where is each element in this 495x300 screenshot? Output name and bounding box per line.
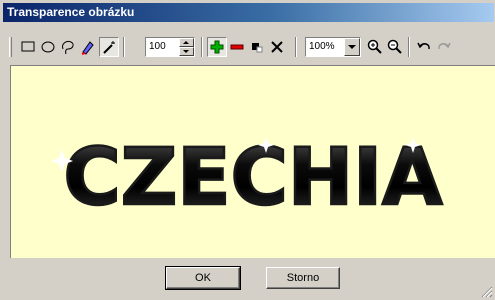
cancel-button[interactable]: Storno bbox=[266, 267, 340, 289]
spin-up-button[interactable] bbox=[179, 38, 194, 47]
toolbar-separator bbox=[123, 37, 125, 57]
add-selection-icon[interactable] bbox=[207, 37, 227, 57]
window-title: Transparence obrázku bbox=[7, 5, 135, 19]
dialog-window: Transparence obrázku 100 100% CZECHIA OK… bbox=[0, 0, 495, 300]
undo-icon[interactable] bbox=[414, 37, 434, 57]
spin-down-button[interactable] bbox=[179, 47, 194, 56]
pen-tool-icon[interactable] bbox=[78, 37, 98, 57]
zoom-select[interactable]: 100% bbox=[305, 37, 361, 57]
toolbar-separator bbox=[201, 37, 203, 57]
zoom-in-icon[interactable] bbox=[365, 37, 385, 57]
chevron-down-icon[interactable] bbox=[344, 38, 360, 56]
toolbar: 100 100% bbox=[3, 33, 494, 61]
toolbar-separator bbox=[295, 37, 297, 57]
resize-grip-icon[interactable] bbox=[481, 286, 493, 298]
redo-icon[interactable] bbox=[434, 37, 454, 57]
image-text: CZECHIA bbox=[64, 133, 443, 223]
invert-selection-icon[interactable] bbox=[247, 37, 267, 57]
tolerance-value: 100 bbox=[149, 41, 166, 52]
subtract-selection-icon[interactable] bbox=[227, 37, 247, 57]
magic-wand-icon[interactable] bbox=[99, 37, 119, 57]
zoom-value: 100% bbox=[309, 41, 335, 52]
ok-button[interactable]: OK bbox=[165, 266, 241, 290]
toolbar-separator bbox=[408, 37, 410, 57]
cancel-button-label: Storno bbox=[286, 272, 320, 284]
lasso-select-icon[interactable] bbox=[58, 37, 78, 57]
ok-button-label: OK bbox=[195, 272, 211, 284]
clear-selection-icon[interactable] bbox=[267, 37, 287, 57]
rectangle-select-icon[interactable] bbox=[18, 37, 38, 57]
tolerance-stepper[interactable]: 100 bbox=[145, 37, 195, 57]
image-canvas[interactable]: CZECHIA bbox=[10, 65, 495, 258]
title-bar[interactable]: Transparence obrázku bbox=[3, 3, 494, 22]
zoom-out-icon[interactable] bbox=[385, 37, 405, 57]
ellipse-select-icon[interactable] bbox=[38, 37, 58, 57]
toolbar-grip[interactable] bbox=[9, 37, 12, 57]
